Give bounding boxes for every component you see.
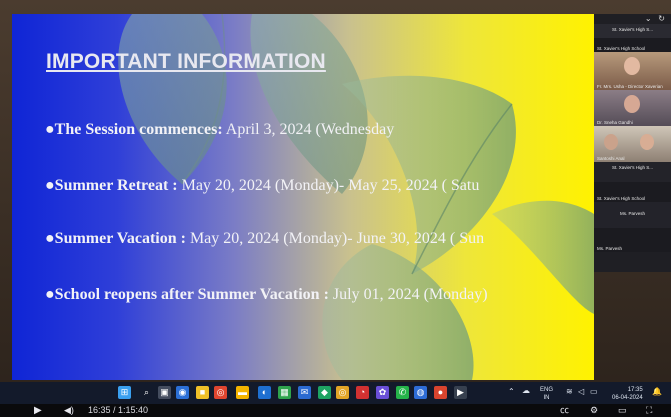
participant-tile[interactable]: Ms. Parvesh bbox=[594, 202, 671, 228]
file-explorer-icon[interactable]: ▬ bbox=[236, 386, 249, 399]
app-orange-icon[interactable]: ● bbox=[434, 386, 447, 399]
window-title-tile: St. Xavier's High S... bbox=[594, 24, 671, 38]
participant-face bbox=[640, 134, 654, 150]
chat-icon[interactable]: ◉ bbox=[176, 386, 189, 399]
clock-time: 17:35 bbox=[627, 387, 643, 393]
bullet-value: May 20, 2024 (Monday)- May 25, 2024 ( Sa… bbox=[177, 177, 480, 194]
battery-icon[interactable]: ▭ bbox=[590, 388, 598, 396]
bullet-session: ●The Session commences: April 3, 2024 (W… bbox=[45, 121, 395, 138]
language-indicator[interactable]: ENG IN bbox=[540, 386, 553, 402]
participant-tile[interactable]: St. Xavier's High School bbox=[594, 182, 671, 202]
app-icon[interactable]: ◆ bbox=[318, 386, 331, 399]
captions-icon[interactable]: ㏄ bbox=[560, 404, 569, 417]
play-icon[interactable]: ▶ bbox=[34, 404, 42, 417]
media-player-icon[interactable]: ▶ bbox=[454, 386, 467, 399]
refresh-icon[interactable]: ↻ bbox=[658, 14, 665, 23]
chrome-alt-icon[interactable]: ◎ bbox=[336, 386, 349, 399]
language-top: ENG bbox=[540, 387, 554, 393]
clock-date: 06-04-2024 bbox=[612, 395, 643, 401]
bullet-value: July 01, 2024 (Monday) bbox=[328, 286, 488, 303]
chevron-up-icon[interactable]: ⌃ bbox=[508, 388, 515, 396]
bullet-summer-vacation: ●Summer Vacation : May 20, 2024 (Monday)… bbox=[45, 230, 485, 247]
widgets-icon[interactable]: ■ bbox=[196, 386, 209, 399]
edge-icon[interactable]: ◐ bbox=[258, 386, 271, 399]
bullet-summer-retreat: ●Summer Retreat : May 20, 2024 (Monday)-… bbox=[45, 177, 480, 194]
participant-tile[interactable]: St. Xavier's High School bbox=[594, 38, 671, 52]
bullet-value: May 20, 2024 (Monday)- June 30, 2024 ( S… bbox=[185, 230, 485, 247]
participant-video-tile[interactable]: Santoshi Anal bbox=[594, 126, 671, 162]
participant-face bbox=[604, 134, 618, 150]
search-icon[interactable]: ⌕ bbox=[140, 386, 153, 399]
fullscreen-icon[interactable]: ⛶ bbox=[646, 404, 652, 417]
bullet-school-reopens: ●School reopens after Summer Vacation : … bbox=[45, 286, 488, 303]
bullet-label: Summer Vacation : bbox=[54, 230, 186, 247]
panel-controls: ⌄ ↻ bbox=[594, 14, 671, 24]
bullet-value: April 3, 2024 (Wednesday bbox=[222, 121, 395, 138]
participant-name: Fr. Mrs. Usha - Director Xaverian bbox=[597, 84, 663, 89]
participant-face bbox=[624, 95, 640, 113]
video-player-controls: ▶ ◀) 16:35 / 1:15:40 ㏄ ⚙ ▭ ⛶ bbox=[0, 404, 671, 417]
volume-icon[interactable]: ◀) bbox=[64, 404, 74, 417]
slide-title: IMPORTANT INFORMATION bbox=[46, 50, 326, 73]
bullet-label: School reopens after Summer Vacation : bbox=[54, 286, 329, 303]
clock[interactable]: 17:35 06-04-2024 bbox=[612, 386, 643, 402]
participant-video-tile[interactable]: Dr. Sneha Gandhi bbox=[594, 90, 671, 126]
theater-mode-icon[interactable]: ▭ bbox=[618, 404, 627, 417]
zoom-icon[interactable]: ◍ bbox=[414, 386, 427, 399]
time-display: 16:35 / 1:15:40 bbox=[88, 405, 149, 415]
participant-tile[interactable]: Ms. Parvesh bbox=[594, 228, 671, 252]
outlook-icon[interactable]: ✉ bbox=[298, 386, 311, 399]
windows-taskbar: ⊞ ⌕ ▣ ◉ ■ ◎ ▬ ◐ ▦ ✉ ◆ ◎ ◔ ✿ ✆ ◍ ● ▶ ⌃ ☁ … bbox=[0, 382, 671, 404]
screenshot-frame: IMPORTANT INFORMATION ●The Session comme… bbox=[0, 0, 671, 417]
participants-panel: ⌄ ↻ St. Xavier's High S... St. Xavier's … bbox=[594, 14, 671, 272]
chevron-down-icon[interactable]: ⌄ bbox=[645, 14, 652, 23]
participant-name: Ms. Parvesh bbox=[619, 211, 645, 216]
bullet-label: The Session commences: bbox=[54, 121, 223, 138]
notification-icon[interactable]: 🔔 bbox=[652, 388, 662, 396]
participant-name: Santoshi Anal bbox=[597, 156, 625, 161]
volume-icon[interactable]: ◁ bbox=[578, 388, 584, 396]
task-view-icon[interactable]: ▣ bbox=[158, 386, 171, 399]
window-title: St. Xavier's High S... bbox=[611, 27, 654, 32]
app-red-icon[interactable]: ◔ bbox=[356, 386, 369, 399]
participant-name: Dr. Sneha Gandhi bbox=[597, 120, 633, 125]
participant-name: St. Xavier's High School bbox=[597, 46, 646, 51]
language-bottom: IN bbox=[543, 395, 550, 401]
participant-name: St. Xavier's High School bbox=[597, 196, 646, 201]
cloud-icon[interactable]: ☁ bbox=[522, 387, 530, 395]
participant-tile[interactable]: St. Xavier's High S... bbox=[594, 162, 671, 182]
windows-start-icon[interactable]: ⊞ bbox=[118, 386, 131, 399]
participant-name: Ms. Parvesh bbox=[597, 246, 623, 251]
participant-video-tile[interactable]: Fr. Mrs. Usha - Director Xaverian bbox=[594, 52, 671, 90]
wifi-icon[interactable]: ≋ bbox=[566, 388, 573, 396]
chrome-icon[interactable]: ◎ bbox=[214, 386, 227, 399]
app-purple-icon[interactable]: ✿ bbox=[376, 386, 389, 399]
presentation-slide: IMPORTANT INFORMATION ●The Session comme… bbox=[12, 14, 594, 380]
settings-icon[interactable]: ⚙ bbox=[590, 404, 598, 417]
store-icon[interactable]: ▦ bbox=[278, 386, 291, 399]
whatsapp-icon[interactable]: ✆ bbox=[396, 386, 409, 399]
participant-face bbox=[624, 57, 640, 75]
bullet-label: Summer Retreat : bbox=[54, 177, 178, 194]
participant-name: St. Xavier's High S... bbox=[611, 165, 654, 170]
